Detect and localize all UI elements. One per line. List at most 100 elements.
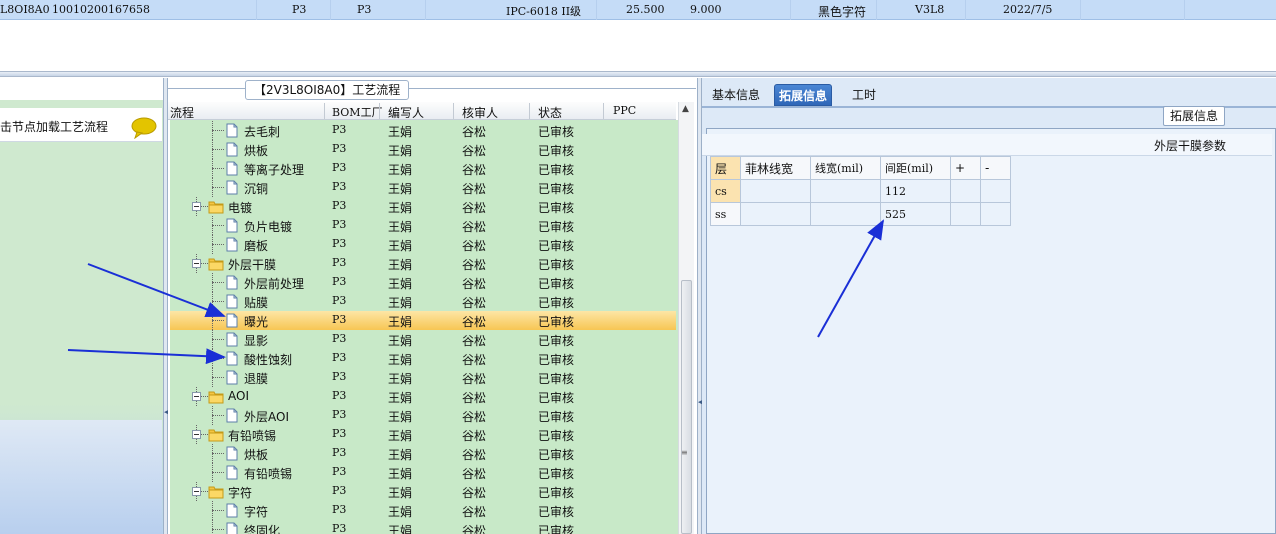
empty-cell[interactable]	[980, 202, 1011, 226]
step-status: 已审核	[538, 448, 575, 462]
process-tree[interactable]: 去毛刺 P3 王娟 谷松 已审核 烘板 P3 王娟 谷松 已审核 等离子处理 P3 王娟 谷松 已审核 沉铜 P…	[170, 120, 678, 534]
left-panel: 击节点加载工艺流程	[0, 100, 164, 534]
tree-step-row[interactable]: 酸性蚀刻 P3 王娟 谷松 已审核	[170, 349, 676, 368]
column-divider[interactable]	[529, 103, 530, 119]
tab-basic-info[interactable]: 基本信息	[708, 84, 764, 106]
step-reviewer: 谷松	[462, 315, 487, 329]
step-name: 终固化	[244, 524, 281, 534]
spacing-cell[interactable]: 525	[880, 202, 951, 226]
left-hint-bar[interactable]: 击节点加载工艺流程	[0, 108, 162, 142]
film-width-cell[interactable]	[740, 179, 811, 203]
tree-connector	[212, 244, 224, 245]
tree-group-row[interactable]: AOI P3 王娟 谷松 已审核	[170, 387, 676, 406]
col-film-width[interactable]: 菲林线宽	[740, 156, 811, 180]
folder-icon	[208, 201, 224, 214]
step-status: 已审核	[538, 239, 575, 253]
tree-scrollbar[interactable]: ▲ ≡	[678, 102, 694, 534]
step-author: 王娟	[388, 334, 413, 348]
step-status: 已审核	[538, 220, 575, 234]
col-line-width[interactable]: 线宽(mil)	[810, 156, 881, 180]
grid-cell-number: 10010200167658	[52, 3, 150, 16]
col-spacing[interactable]: 间距(mil)	[880, 156, 951, 180]
tree-step-row[interactable]: 退膜 P3 王娟 谷松 已审核	[170, 368, 676, 387]
step-name: 烘板	[244, 144, 269, 158]
collapse-toggle-icon[interactable]	[192, 392, 201, 401]
layer-cell[interactable]: ss	[710, 202, 741, 226]
grid-top-row[interactable]: L8OI8A0 10010200167658 P3 P3 IPC-6018 II…	[0, 0, 1276, 20]
document-icon	[226, 218, 238, 233]
collapse-toggle-icon[interactable]	[192, 202, 201, 211]
tree-connector	[212, 520, 213, 534]
collapse-toggle-icon[interactable]	[192, 430, 201, 439]
col-author[interactable]: 编写人	[388, 104, 424, 121]
step-reviewer: 谷松	[462, 163, 487, 177]
param-row[interactable]: cs 112	[710, 179, 1011, 203]
step-factory: P3	[332, 465, 347, 478]
film-width-cell[interactable]	[740, 202, 811, 226]
tree-group-row[interactable]: 有铅喷锡 P3 王娟 谷松 已审核	[170, 425, 676, 444]
col-status[interactable]: 状态	[538, 104, 562, 121]
column-divider[interactable]	[324, 103, 325, 119]
tree-step-row[interactable]: 烘板 P3 王娟 谷松 已审核	[170, 444, 676, 463]
collapse-toggle-icon[interactable]	[192, 259, 201, 268]
step-factory: P3	[332, 370, 347, 383]
dry-film-param-grid[interactable]: 层 菲林线宽 线宽(mil) 间距(mil) + - cs 112 ss 525	[710, 156, 1011, 226]
column-divider[interactable]	[603, 103, 604, 119]
document-icon	[226, 332, 238, 347]
tree-step-row[interactable]: 显影 P3 王娟 谷松 已审核	[170, 330, 676, 349]
tree-step-row[interactable]: 外层AOI P3 王娟 谷松 已审核	[170, 406, 676, 425]
tree-step-row[interactable]: 外层前处理 P3 王娟 谷松 已审核	[170, 273, 676, 292]
empty-cell[interactable]	[950, 202, 981, 226]
grid-cell-value: 9.000	[690, 3, 722, 16]
empty-cell[interactable]	[950, 179, 981, 203]
empty-cell[interactable]	[980, 179, 1011, 203]
spacing-cell[interactable]: 112	[880, 179, 951, 203]
col-flow[interactable]: 流程	[170, 104, 194, 121]
step-author: 王娟	[388, 239, 413, 253]
step-status: 已审核	[538, 201, 575, 215]
tree-step-row[interactable]: 终固化 P3 王娟 谷松 已审核	[170, 520, 676, 534]
param-row[interactable]: ss 525	[710, 202, 1011, 226]
tree-step-row[interactable]: 负片电镀 P3 王娟 谷松 已审核	[170, 216, 676, 235]
tree-step-row[interactable]: 等离子处理 P3 王娟 谷松 已审核	[170, 159, 676, 178]
tree-step-row[interactable]: 贴膜 P3 王娟 谷松 已审核	[170, 292, 676, 311]
speech-bubble-icon[interactable]	[131, 117, 157, 139]
remove-column-button[interactable]: -	[980, 156, 1011, 180]
tree-group-row[interactable]: 外层干膜 P3 王娟 谷松 已审核	[170, 254, 676, 273]
layer-cell[interactable]: cs	[710, 179, 741, 203]
horizontal-splitter[interactable]	[0, 71, 1276, 77]
tree-step-row[interactable]: 有铅喷锡 P3 王娟 谷松 已审核	[170, 463, 676, 482]
line-width-cell[interactable]	[810, 179, 881, 203]
line-width-cell[interactable]	[810, 202, 881, 226]
tree-group-row[interactable]: 字符 P3 王娟 谷松 已审核	[170, 482, 676, 501]
col-bom-factory[interactable]: BOM工厂	[332, 104, 383, 120]
scroll-thumb[interactable]	[681, 280, 692, 534]
tree-step-row[interactable]: 磨板 P3 王娟 谷松 已审核	[170, 235, 676, 254]
tree-connector	[212, 301, 224, 302]
step-name: 烘板	[244, 448, 269, 462]
step-name: 有铅喷锡	[244, 467, 293, 481]
tree-step-row[interactable]: 去毛刺 P3 王娟 谷松 已审核	[170, 121, 676, 140]
col-ppc[interactable]: PPC	[613, 104, 636, 117]
step-factory: P3	[332, 142, 347, 155]
collapse-toggle-icon[interactable]	[192, 487, 201, 496]
grid-cell-date: 2022/7/5	[1003, 3, 1053, 16]
document-icon	[226, 275, 238, 290]
column-divider[interactable]	[453, 103, 454, 119]
tab-work-hours[interactable]: 工时	[848, 84, 880, 106]
tree-step-row[interactable]: 字符 P3 王娟 谷松 已审核	[170, 501, 676, 520]
tab-extended-info[interactable]: 拓展信息	[774, 84, 833, 106]
step-author: 王娟	[388, 201, 413, 215]
tree-step-row[interactable]: 烘板 P3 王娟 谷松 已审核	[170, 140, 676, 159]
scroll-up-icon[interactable]: ▲	[682, 104, 689, 114]
col-reviewer[interactable]: 核审人	[462, 104, 498, 121]
tree-group-row[interactable]: 电镀 P3 王娟 谷松 已审核	[170, 197, 676, 216]
tree-step-row[interactable]: 曝光 P3 王娟 谷松 已审核	[170, 311, 676, 330]
tree-connector	[212, 273, 213, 292]
add-column-button[interactable]: +	[950, 156, 981, 180]
column-divider[interactable]	[379, 103, 380, 119]
step-name: AOI	[228, 389, 249, 403]
tree-step-row[interactable]: 沉铜 P3 王娟 谷松 已审核	[170, 178, 676, 197]
col-layer[interactable]: 层	[710, 156, 741, 180]
tree-connector	[212, 415, 224, 416]
